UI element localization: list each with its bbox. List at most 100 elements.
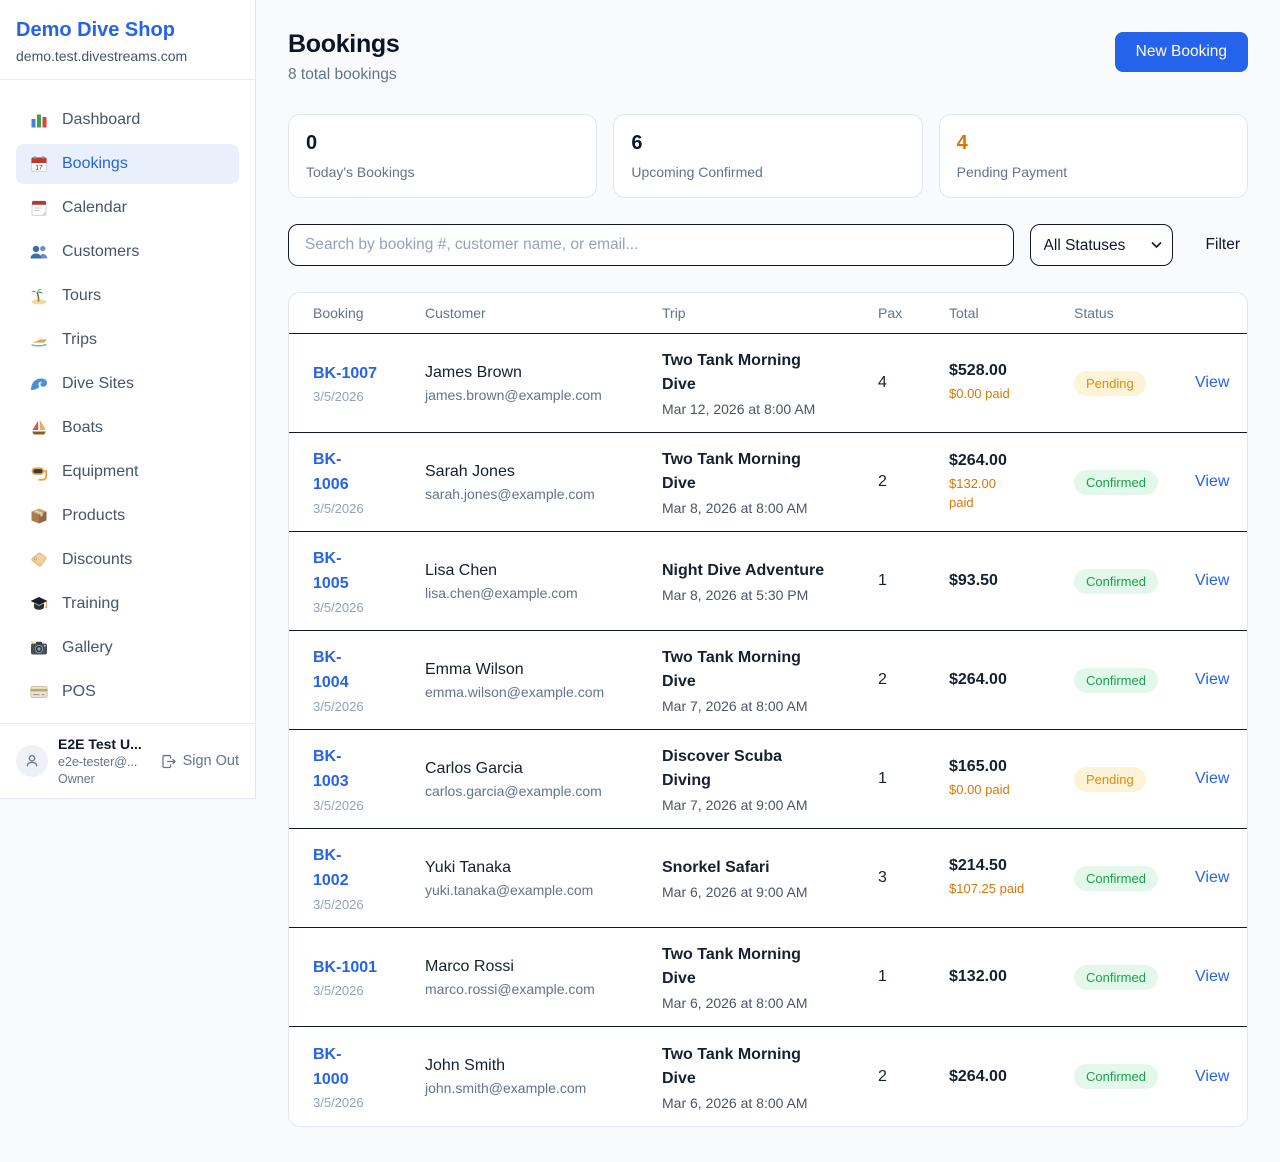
stat-value: 6 [631,132,904,155]
trip-name: Discover Scuba Diving [662,745,878,793]
status-badge: Confirmed [1074,965,1158,990]
bookings-table: Booking Customer Trip Pax Total Status B… [288,292,1248,1127]
sidebar-item-tours[interactable]: Tours [16,276,239,316]
view-link[interactable]: View [1195,869,1229,886]
trip-datetime: Mar 8, 2026 at 5:30 PM [662,587,878,603]
customer-name: Marco Rossi [425,958,662,976]
new-booking-button[interactable]: New Booking [1115,32,1248,72]
customer-email: james.brown@example.com [425,387,662,403]
booking-id-link[interactable]: BK- 1005 [313,547,349,597]
booking-date: 3/5/2026 [313,699,425,714]
view-link[interactable]: View [1195,968,1229,985]
search-input[interactable] [288,224,1014,266]
status-badge: Confirmed [1074,668,1158,693]
sidebar-item-pos[interactable]: POS [16,672,239,712]
user-info: E2E Test U... e2e-tester@... Owner [58,736,150,786]
user-role: Owner [58,772,150,786]
view-link[interactable]: View [1195,473,1229,490]
col-trip: Trip [662,305,878,321]
trip-datetime: Mar 12, 2026 at 8:00 AM [662,401,878,417]
paid-amount: $0.00 paid [949,384,1074,404]
sidebar-item-equipment[interactable]: Equipment [16,452,239,492]
sidebar-nav: Dashboard 17 Bookings Calendar Customers… [0,80,255,736]
sidebar-item-dive-sites[interactable]: Dive Sites [16,364,239,404]
sign-out-label: Sign Out [183,753,239,769]
pax-count: 2 [878,473,949,491]
pax-count: 2 [878,671,949,689]
booking-id-link[interactable]: BK-1001 [313,956,377,981]
col-booking: Booking [313,305,425,321]
table-row: BK- 10023/5/2026 Yuki Tanakayuki.tanaka@… [289,829,1247,928]
customer-email: emma.wilson@example.com [425,684,662,700]
table-row: BK- 10053/5/2026 Lisa Chenlisa.chen@exam… [289,532,1247,631]
booking-id-link[interactable]: BK- 1006 [313,448,349,498]
sidebar-item-boats[interactable]: Boats [16,408,239,448]
sidebar-item-label: Gallery [62,639,113,657]
sidebar-item-label: Boats [62,419,103,437]
table-row: BK-10013/5/2026 Marco Rossimarco.rossi@e… [289,928,1247,1027]
view-link[interactable]: View [1195,671,1229,688]
view-link[interactable]: View [1195,1068,1229,1085]
stat-label: Pending Payment [957,164,1230,180]
pax-count: 3 [878,869,949,887]
sidebar-item-discounts[interactable]: Discounts [16,540,239,580]
camera-icon [29,638,49,658]
booking-id-link[interactable]: BK- 1000 [313,1043,349,1093]
table-row: BK- 10043/5/2026 Emma Wilsonemma.wilson@… [289,631,1247,730]
sidebar-item-label: Training [62,595,119,613]
booking-id-link[interactable]: BK- 1002 [313,844,349,894]
stat-label: Upcoming Confirmed [631,164,904,180]
sidebar-item-label: Discounts [62,551,132,569]
status-filter-select[interactable]: All Statuses [1030,224,1173,266]
total-amount: $264.00 [949,671,1074,689]
sidebar-item-label: Dashboard [62,111,140,129]
status-badge: Pending [1074,371,1146,396]
paid-amount: $107.25 paid [949,879,1074,899]
user-panel: E2E Test U... e2e-tester@... Owner Sign … [0,723,255,798]
customer-email: john.smith@example.com [425,1080,662,1096]
sidebar-item-calendar[interactable]: Calendar [16,188,239,228]
trip-datetime: Mar 8, 2026 at 8:00 AM [662,500,878,516]
sidebar-item-bookings[interactable]: 17 Bookings [16,144,239,184]
trip-name: Two Tank Morning Dive [662,943,878,991]
svg-text:17: 17 [35,165,43,172]
customer-email: carlos.garcia@example.com [425,783,662,799]
view-link[interactable]: View [1195,374,1229,391]
stat-card-upcoming-confirmed: 6 Upcoming Confirmed [613,114,922,198]
table-row: BK- 10033/5/2026 Carlos Garciacarlos.gar… [289,730,1247,829]
bar-chart-icon [29,110,49,130]
filter-button[interactable]: Filter [1198,236,1248,254]
booking-date: 3/5/2026 [313,600,425,615]
sign-out-button[interactable]: Sign Out [160,753,239,770]
col-pax: Pax [878,305,949,321]
sidebar-item-gallery[interactable]: Gallery [16,628,239,668]
col-customer: Customer [425,305,662,321]
booking-id-link[interactable]: BK-1007 [313,362,377,387]
status-badge: Confirmed [1074,569,1158,594]
sidebar-item-customers[interactable]: Customers [16,232,239,272]
col-status: Status [1074,305,1195,321]
sidebar-item-label: Bookings [62,155,128,173]
status-badge: Confirmed [1074,470,1158,495]
col-total: Total [949,305,1074,321]
trip-datetime: Mar 6, 2026 at 9:00 AM [662,884,878,900]
stats-row: 0 Today's Bookings 6 Upcoming Confirmed … [288,114,1248,198]
sidebar-item-dashboard[interactable]: Dashboard [16,100,239,140]
total-amount: $93.50 [949,572,1074,590]
booking-id-link[interactable]: BK- 1003 [313,745,349,795]
trip-name: Night Dive Adventure [662,559,878,583]
sidebar-item-products[interactable]: Products [16,496,239,536]
view-link[interactable]: View [1195,770,1229,787]
sidebar-item-trips[interactable]: Trips [16,320,239,360]
page-header: Bookings 8 total bookings New Booking [288,30,1248,84]
view-link[interactable]: View [1195,572,1229,589]
calendar-date-icon: 17 [29,154,49,174]
people-icon [29,242,49,262]
wave-icon [29,374,49,394]
sidebar-item-training[interactable]: Training [16,584,239,624]
main-content: Bookings 8 total bookings New Booking 0 … [256,0,1280,1127]
booking-id-link[interactable]: BK- 1004 [313,646,349,696]
status-badge: Confirmed [1074,866,1158,891]
customer-name: John Smith [425,1057,662,1075]
stat-value: 0 [306,132,579,155]
